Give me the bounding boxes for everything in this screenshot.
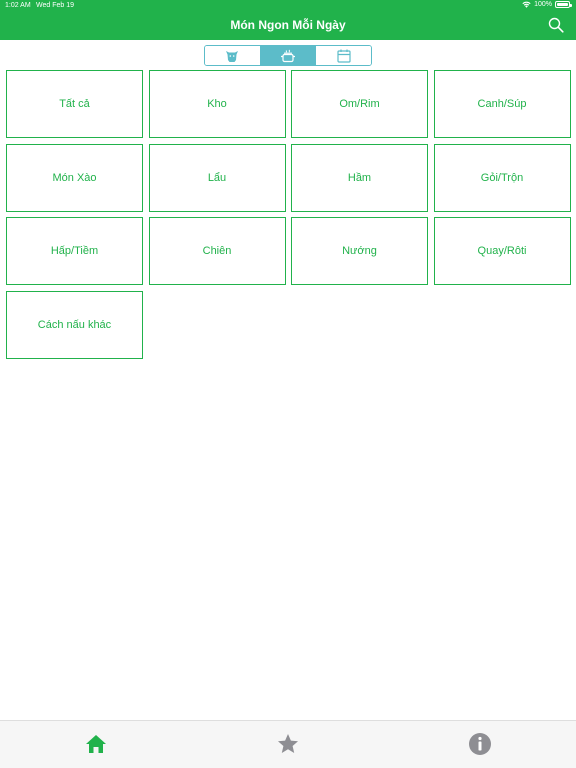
segment-ingredient[interactable]: [205, 46, 261, 65]
status-bar: 1:02 AM Wed Feb 19 100%: [0, 0, 576, 12]
status-date: Wed Feb 19: [36, 2, 75, 9]
category-tile-mon-xao[interactable]: Món Xào: [6, 143, 143, 212]
battery-icon: [555, 1, 572, 8]
category-grid: Tất cả Kho Om/Rim Canh/Súp Món Xào Lẩu H…: [6, 70, 571, 359]
category-tile-nuong[interactable]: Nướng: [291, 217, 428, 285]
category-tile-goi-tron[interactable]: Gỏi/Trộn: [433, 143, 571, 212]
wifi-icon: [522, 1, 531, 8]
cooking-pot-icon: [281, 49, 295, 62]
battery-percent: 100%: [534, 1, 552, 8]
segment-calendar[interactable]: [316, 46, 371, 65]
cow-icon: [226, 50, 239, 62]
header-bar: 1:02 AM Wed Feb 19 100% Món Ngon Mỗi Ngà…: [0, 0, 576, 40]
category-tile-chien[interactable]: Chiên: [148, 217, 286, 285]
info-icon: [469, 733, 491, 755]
calendar-icon: [337, 49, 351, 63]
tab-info[interactable]: [467, 731, 493, 757]
category-tile-quay-roti[interactable]: Quay/Rôti: [433, 217, 571, 285]
category-tile-all[interactable]: Tất cả: [6, 70, 143, 138]
search-icon: [548, 17, 564, 33]
tab-home[interactable]: [83, 731, 109, 757]
category-tile-ham[interactable]: Hầm: [291, 143, 428, 212]
category-tile-lau[interactable]: Lẩu: [148, 143, 286, 212]
search-button[interactable]: [548, 17, 564, 33]
segment-cooking-method[interactable]: [260, 46, 317, 65]
category-tile-other[interactable]: Cách nấu khác: [6, 290, 143, 359]
status-time: 1:02 AM: [5, 2, 31, 9]
category-tile-om-rim[interactable]: Om/Rim: [291, 70, 428, 138]
star-icon: [278, 734, 298, 753]
category-tile-canh-sup[interactable]: Canh/Súp: [433, 70, 571, 138]
page-title: Món Ngon Mỗi Ngày: [230, 18, 346, 32]
category-mode-segmented-control: [204, 45, 372, 66]
home-icon: [86, 735, 106, 753]
bottom-tab-bar: [0, 720, 576, 768]
category-tile-hap-tiem[interactable]: Hấp/Tiềm: [6, 217, 143, 285]
status-right: 100%: [522, 1, 572, 8]
tab-favorites[interactable]: [275, 731, 301, 757]
category-tile-kho[interactable]: Kho: [148, 70, 286, 138]
